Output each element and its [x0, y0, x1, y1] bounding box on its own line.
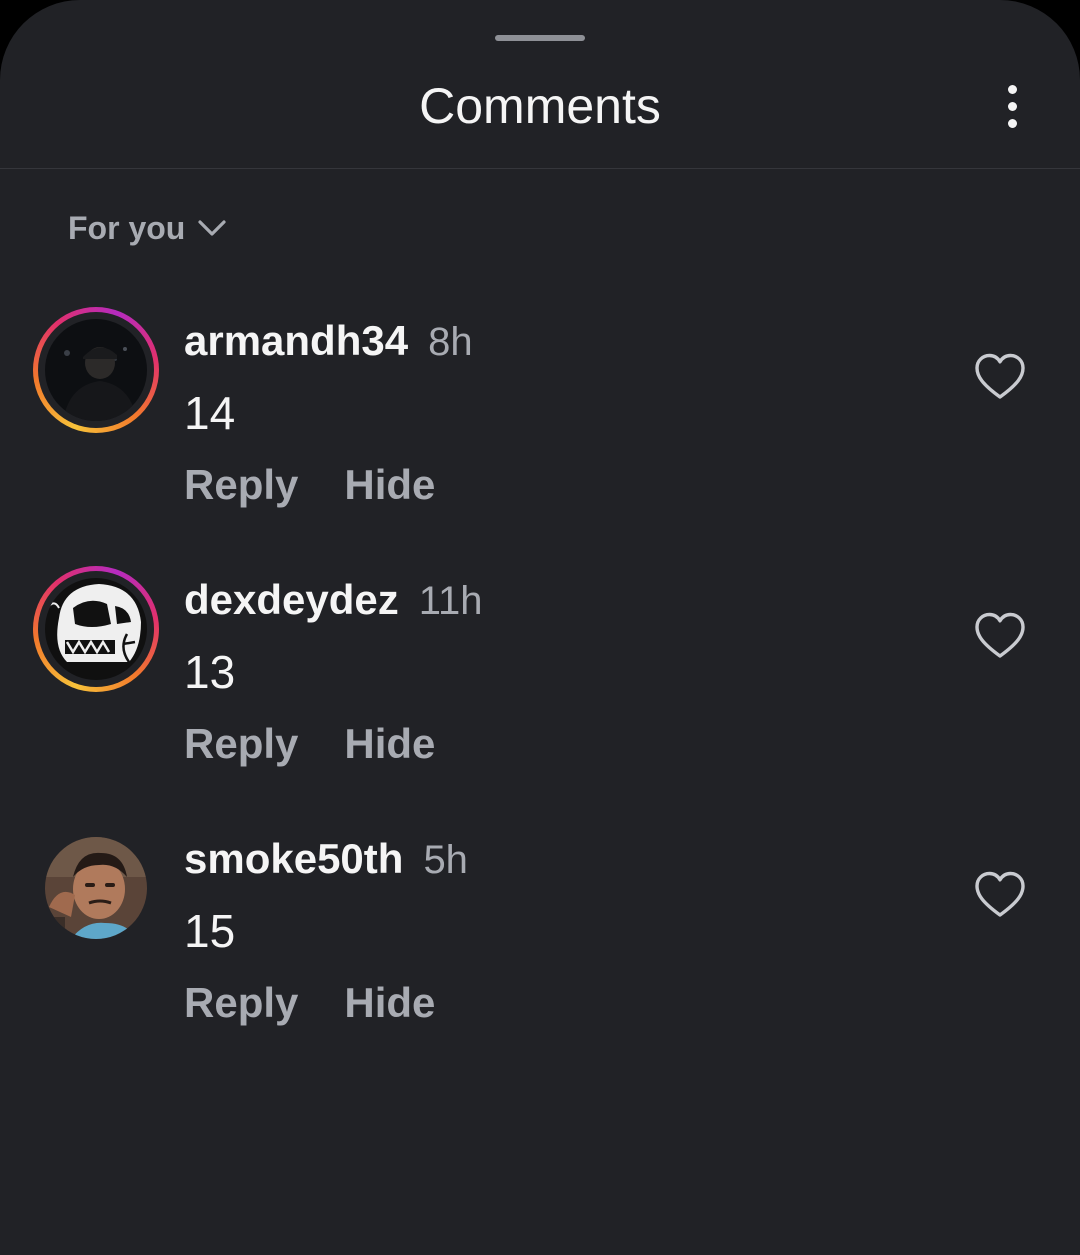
avatar-image: [45, 319, 147, 421]
comments-sheet: Comments For you armandh34 8h 14 Reply H…: [0, 0, 1080, 1255]
heart-outline-icon[interactable]: [972, 351, 1028, 403]
header-divider: [0, 168, 1080, 169]
chevron-down-icon: [198, 220, 226, 236]
comment-actions: Reply Hide: [184, 457, 435, 513]
heart-outline-icon[interactable]: [972, 610, 1028, 662]
comment-header: smoke50th 5h: [184, 835, 468, 895]
hide-button[interactable]: Hide: [344, 975, 435, 1031]
comment-actions: Reply Hide: [184, 716, 435, 772]
avatar[interactable]: [33, 307, 159, 433]
comment-actions: Reply Hide: [184, 975, 435, 1031]
comment-item: smoke50th 5h 15 Reply Hide: [0, 825, 1080, 1055]
comment-header: armandh34 8h: [184, 317, 473, 377]
comment-text: 15: [184, 905, 236, 957]
heart-outline-icon[interactable]: [972, 869, 1028, 921]
avatar[interactable]: [33, 566, 159, 692]
hide-button[interactable]: Hide: [344, 457, 435, 513]
comment-header: dexdeydez 11h: [184, 576, 483, 636]
avatar-image: [45, 837, 147, 939]
reply-button[interactable]: Reply: [184, 457, 298, 513]
comment-item: dexdeydez 11h 13 Reply Hide: [0, 566, 1080, 796]
reply-button[interactable]: Reply: [184, 716, 298, 772]
comment-time: 5h: [423, 838, 468, 882]
more-options-icon[interactable]: [990, 78, 1034, 134]
comment-text: 14: [184, 387, 236, 439]
comment-time: 8h: [428, 320, 473, 364]
comment-username[interactable]: smoke50th: [184, 835, 403, 883]
sort-dropdown[interactable]: For you: [68, 206, 227, 250]
avatar-image: [45, 578, 147, 680]
avatar[interactable]: [33, 825, 159, 951]
comment-time: 11h: [418, 579, 483, 623]
hide-button[interactable]: Hide: [344, 716, 435, 772]
comment-item: armandh34 8h 14 Reply Hide: [0, 307, 1080, 537]
sheet-title: Comments: [419, 78, 661, 134]
sort-label: For you: [68, 209, 186, 246]
comment-text: 13: [184, 646, 236, 698]
reply-button[interactable]: Reply: [184, 975, 298, 1031]
drag-handle[interactable]: [495, 35, 585, 41]
comment-username[interactable]: armandh34: [184, 317, 408, 365]
comment-username[interactable]: dexdeydez: [184, 576, 399, 624]
